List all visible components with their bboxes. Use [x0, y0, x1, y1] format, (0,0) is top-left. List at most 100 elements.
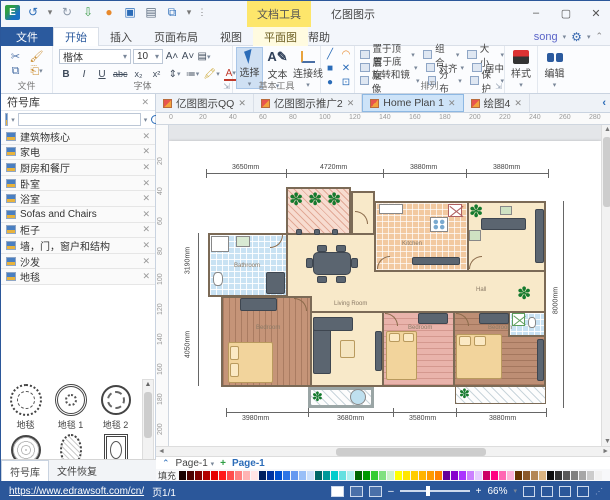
fill-swatch[interactable]	[435, 471, 442, 480]
copy-icon[interactable]: ⧉	[164, 4, 180, 20]
settings-gear-icon[interactable]: ⚙	[571, 30, 582, 44]
room-label-kitchen[interactable]: Kitchen	[402, 241, 422, 247]
library-close-icon[interactable]: ✕	[142, 146, 150, 157]
library-close-icon[interactable]: ✕	[142, 256, 150, 267]
fit-width-icon[interactable]	[541, 486, 553, 497]
fill-swatch[interactable]	[379, 471, 386, 480]
plant-icon[interactable]: ✽	[459, 387, 470, 400]
horizontal-scrollbar[interactable]: ◄ ►	[156, 446, 610, 456]
sofa-seat[interactable]	[313, 317, 353, 331]
library-item[interactable]: 墙，门，窗户和结构✕	[1, 238, 155, 254]
settings-dropdown-icon[interactable]: ▾	[587, 33, 591, 41]
study-cabinet[interactable]	[535, 209, 544, 263]
fill-swatch[interactable]	[571, 471, 578, 480]
fill-swatch[interactable]	[299, 471, 306, 480]
fill-swatch[interactable]	[187, 471, 194, 480]
fill-swatch[interactable]	[523, 471, 530, 480]
zoom-out-button[interactable]: –	[388, 486, 394, 497]
qat-customize-icon[interactable]: ⋮	[198, 4, 206, 20]
library-item[interactable]: 厨房和餐厅✕	[1, 160, 155, 176]
fill-swatch[interactable]	[403, 471, 410, 480]
grow-font-icon[interactable]: A˄	[165, 50, 179, 64]
fill-swatch[interactable]	[467, 471, 474, 480]
collapse-ribbon-icon[interactable]: ⌃	[595, 31, 603, 42]
plant-icon[interactable]: ✽	[289, 191, 303, 208]
closet[interactable]	[537, 339, 544, 381]
zoom-in-button[interactable]: +	[476, 486, 482, 497]
font-family-combo[interactable]: 楷体▾	[59, 49, 131, 64]
carpet-symbol[interactable]: 地毯	[3, 381, 48, 431]
fill-swatch[interactable]	[419, 471, 426, 480]
doc-tab-亿图图示推广2[interactable]: 亿图图示推广2✕	[254, 94, 362, 112]
tab-symbol-library[interactable]: 符号库	[1, 460, 49, 481]
horizontal-scroll-thumb[interactable]	[336, 448, 486, 456]
shower-2[interactable]	[512, 313, 525, 326]
zoom-level[interactable]: 66%	[487, 486, 507, 497]
carpet-symbol[interactable]: 地毯 2	[93, 381, 138, 431]
library-selector-icon[interactable]	[5, 113, 8, 126]
desk-chair[interactable]	[500, 206, 512, 215]
dining-chair[interactable]	[317, 245, 327, 252]
line-tool-icon[interactable]: ╱	[323, 48, 337, 61]
balcony-table[interactable]	[350, 389, 366, 405]
dining-chair[interactable]	[336, 276, 346, 283]
group-button[interactable]: 组合▾	[423, 48, 460, 61]
search-dropdown-icon[interactable]: ▾	[144, 116, 148, 124]
format-painter-icon[interactable]: 🖌	[29, 49, 44, 63]
toilet[interactable]	[213, 272, 223, 286]
library-close-icon[interactable]: ✕	[142, 224, 150, 235]
fill-swatch[interactable]	[587, 471, 594, 480]
library-close-icon[interactable]: ✕	[142, 131, 150, 142]
magnifier-icon[interactable]	[559, 486, 571, 497]
library-close-icon[interactable]: ✕	[142, 240, 150, 251]
fill-swatch[interactable]	[219, 471, 226, 480]
account-name[interactable]: song	[534, 31, 558, 43]
tab-file-recovery[interactable]: 文件恢复	[49, 461, 105, 480]
zoom-slider[interactable]	[400, 490, 470, 492]
fill-swatch[interactable]	[515, 471, 522, 480]
rectangle-tool-icon[interactable]: ■	[323, 62, 337, 75]
fill-swatch[interactable]	[355, 471, 362, 480]
fill-swatch[interactable]	[459, 471, 466, 480]
doc-tab-Home Plan 1[interactable]: Home Plan 1✕	[362, 94, 463, 112]
fill-swatch[interactable]	[451, 471, 458, 480]
fill-swatch[interactable]	[475, 471, 482, 480]
page-view-icon[interactable]	[350, 486, 363, 497]
qat-more-icon[interactable]: ▾	[185, 4, 193, 20]
fill-swatch[interactable]	[179, 471, 186, 480]
paste-icon[interactable]: ⧉	[8, 64, 23, 78]
fill-swatch[interactable]	[283, 471, 290, 480]
fill-swatch[interactable]	[539, 471, 546, 480]
room-label-living[interactable]: Living Room	[334, 301, 367, 307]
library-item[interactable]: 地毯✕	[1, 269, 155, 285]
library-item[interactable]: Sofas and Chairs✕	[1, 207, 155, 223]
coffee-table[interactable]	[340, 340, 355, 358]
clipboard-icon[interactable]: ⎗▾	[29, 64, 44, 78]
page-tab-active[interactable]: Page-1	[232, 458, 265, 469]
file-tab[interactable]: 文件	[1, 27, 53, 46]
text-style-icon[interactable]: ▤▾	[197, 50, 211, 64]
shrink-font-icon[interactable]: A˅	[181, 50, 195, 64]
style-button[interactable]: 样式▾	[508, 47, 535, 89]
desk[interactable]	[481, 218, 526, 230]
kitchen-sink[interactable]	[379, 204, 403, 214]
panel-close-icon[interactable]: ✕	[141, 97, 149, 108]
doc-tab-close-icon[interactable]: ✕	[514, 98, 522, 109]
fill-swatch[interactable]	[395, 471, 402, 480]
fill-swatch[interactable]	[307, 471, 314, 480]
zoom-slider-thumb[interactable]	[426, 486, 430, 496]
plant-icon[interactable]: ✽	[327, 191, 341, 208]
library-close-icon[interactable]: ✕	[142, 178, 150, 189]
fill-swatch[interactable]	[563, 471, 570, 480]
fill-swatch[interactable]	[371, 471, 378, 480]
ellipse-tool-icon[interactable]: ●	[323, 76, 337, 89]
fill-swatch[interactable]	[555, 471, 562, 480]
fill-swatch[interactable]	[443, 471, 450, 480]
dining-chair[interactable]	[317, 276, 327, 283]
library-item[interactable]: 建筑物核心✕	[1, 129, 155, 145]
fill-swatch[interactable]	[427, 471, 434, 480]
library-item[interactable]: 家电✕	[1, 145, 155, 161]
bathroom-cabinet[interactable]	[266, 272, 285, 294]
import-icon[interactable]: ⇩	[80, 4, 96, 20]
fill-swatch[interactable]	[483, 471, 490, 480]
